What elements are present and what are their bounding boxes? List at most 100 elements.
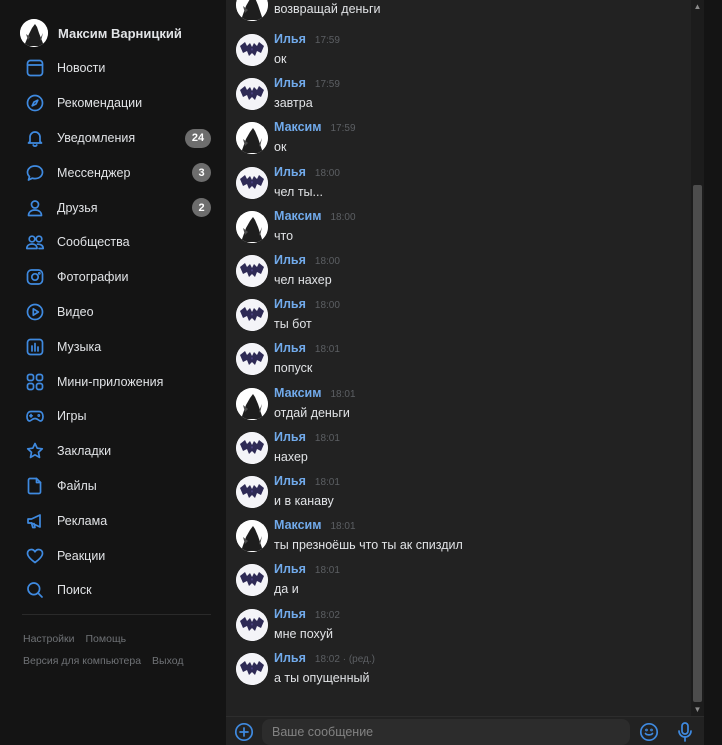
message-item: Илья 18:00 чел ты...	[236, 165, 696, 205]
message-author[interactable]: Максим	[274, 209, 322, 223]
message-input[interactable]	[262, 719, 630, 745]
message-item: Максим 18:00 что	[236, 209, 696, 249]
avatar[interactable]	[236, 608, 268, 641]
sidebar-item-mini-apps[interactable]: Мини-приложения	[16, 364, 220, 399]
sidebar-item-label: Реклама	[57, 513, 108, 528]
chat-scrollbar[interactable]: ▲ ▼	[691, 0, 704, 716]
bell-icon	[24, 127, 46, 149]
avatar[interactable]	[236, 166, 268, 199]
sidebar-item-music[interactable]: Музыка	[16, 329, 220, 364]
message-item: Максим 18:01 отдай деньги	[236, 386, 696, 426]
avatar[interactable]	[236, 431, 268, 464]
heart-icon	[24, 545, 46, 567]
avatar[interactable]	[236, 387, 268, 420]
sidebar-item-label: Уведомления	[57, 130, 136, 145]
settings-link[interactable]: Настройки	[23, 633, 75, 645]
message-author[interactable]: Илья	[274, 165, 306, 179]
sidebar-item-recommendations[interactable]: Рекомендации	[16, 86, 220, 121]
sidebar-item-label: Музыка	[57, 339, 102, 354]
message-text: возвращай деньги	[274, 2, 381, 16]
avatar[interactable]	[236, 652, 268, 685]
app-window: Максим Варницкий Новости Рекомендации Ув…	[0, 0, 722, 745]
message-author[interactable]: Максим	[274, 518, 322, 532]
avatar[interactable]	[236, 564, 268, 597]
sidebar-item-friends[interactable]: Друзья 2	[16, 190, 220, 225]
notification-count-badge: 24	[185, 128, 211, 148]
message-author[interactable]: Максим	[274, 386, 322, 400]
message-author[interactable]: Илья	[274, 474, 306, 488]
sidebar-item-notifications[interactable]: Уведомления 24	[16, 121, 220, 156]
message-item: Илья 17:59 ок	[236, 32, 696, 72]
sidebar-item-bookmarks[interactable]: Закладки	[16, 434, 220, 469]
right-gutter	[704, 0, 722, 745]
sidebar-item-ads[interactable]: Реклама	[16, 503, 220, 538]
add-attachment-icon[interactable]	[234, 722, 254, 742]
message-time: 18:01	[314, 565, 340, 577]
sidebar-item-label: Закладки	[57, 444, 112, 459]
sidebar-item-search[interactable]: Поиск	[16, 573, 220, 608]
message-author[interactable]: Илья	[274, 253, 306, 267]
avatar[interactable]	[236, 255, 268, 287]
message-time: 18:02 · (ред.)	[314, 653, 375, 665]
message-author[interactable]: Илья	[274, 562, 306, 576]
apps-icon	[24, 371, 46, 393]
avatar[interactable]	[236, 299, 268, 332]
sidebar-item-label: Игры	[57, 409, 87, 424]
message-header: Илья 18:02 · (ред.)	[274, 651, 375, 667]
message-author[interactable]: Максим	[274, 120, 322, 134]
scroll-down-arrow-icon[interactable]: ▼	[691, 703, 704, 716]
logout-link[interactable]: Выход	[152, 655, 183, 667]
sidebar-item-photos[interactable]: Фотографии	[16, 260, 220, 295]
message-item: Илья 18:01 нахер	[236, 430, 696, 470]
play-icon	[24, 301, 46, 323]
emoji-icon[interactable]	[639, 722, 659, 742]
message-author[interactable]: Илья	[274, 76, 306, 90]
message-list[interactable]: возвращай деньги Илья 17:59 ок Илья 17:59 зав…	[226, 0, 704, 716]
sidebar-item-label: Рекомендации	[57, 96, 143, 111]
message-icon	[24, 162, 46, 184]
sidebar-item-news[interactable]: Новости	[16, 51, 220, 86]
avatar[interactable]	[236, 343, 268, 376]
message-time: 18:00	[314, 167, 340, 179]
microphone-icon[interactable]	[675, 721, 695, 743]
message-author[interactable]: Илья	[274, 607, 306, 621]
sidebar-item-games[interactable]: Игры	[16, 399, 220, 434]
profile-link[interactable]: Максим Варницкий	[20, 19, 182, 47]
message-time: 17:59	[330, 123, 356, 135]
message-text: чел ты...	[274, 184, 323, 199]
avatar[interactable]	[236, 78, 268, 111]
avatar[interactable]	[236, 476, 268, 508]
message-author[interactable]: Илья	[274, 297, 306, 311]
avatar[interactable]	[236, 0, 268, 21]
message-header: Илья 18:00	[274, 253, 340, 269]
message-text: ты бот	[274, 317, 312, 332]
message-author[interactable]: Илья	[274, 32, 306, 46]
sidebar-item-reactions[interactable]: Реакции	[16, 538, 220, 573]
camera-icon	[24, 266, 46, 288]
profile-name: Максим Варницкий	[58, 25, 182, 41]
sidebar-item-files[interactable]: Файлы	[16, 469, 220, 504]
avatar[interactable]	[236, 34, 268, 66]
avatar[interactable]	[236, 210, 268, 243]
users-icon	[24, 231, 46, 253]
sidebar: Максим Варницкий Новости Рекомендации Ув…	[0, 0, 226, 745]
scrollbar-thumb[interactable]	[693, 185, 702, 702]
sidebar-item-label: Новости	[57, 61, 106, 76]
sidebar-item-video[interactable]: Видео	[16, 295, 220, 330]
message-time: 18:00	[314, 300, 340, 312]
avatar	[20, 19, 48, 47]
message-author[interactable]: Илья	[274, 651, 306, 665]
sidebar-item-messenger[interactable]: Мессенджер 3	[16, 155, 220, 190]
desktop-version-link[interactable]: Версия для компьютера	[23, 655, 141, 667]
message-text: да и	[274, 582, 299, 597]
message-item: Илья 18:01 да и	[236, 562, 696, 602]
sidebar-item-label: Мини-приложения	[57, 374, 164, 389]
scroll-up-arrow-icon[interactable]: ▲	[691, 0, 704, 13]
avatar[interactable]	[236, 520, 268, 553]
message-author[interactable]: Илья	[274, 341, 306, 355]
message-author[interactable]: Илья	[274, 430, 306, 444]
help-link[interactable]: Помощь	[86, 633, 127, 645]
sidebar-item-communities[interactable]: Сообщества	[16, 225, 220, 260]
avatar[interactable]	[236, 122, 268, 155]
message-text: ты презноёшь что ты ак спиздил	[274, 538, 463, 553]
